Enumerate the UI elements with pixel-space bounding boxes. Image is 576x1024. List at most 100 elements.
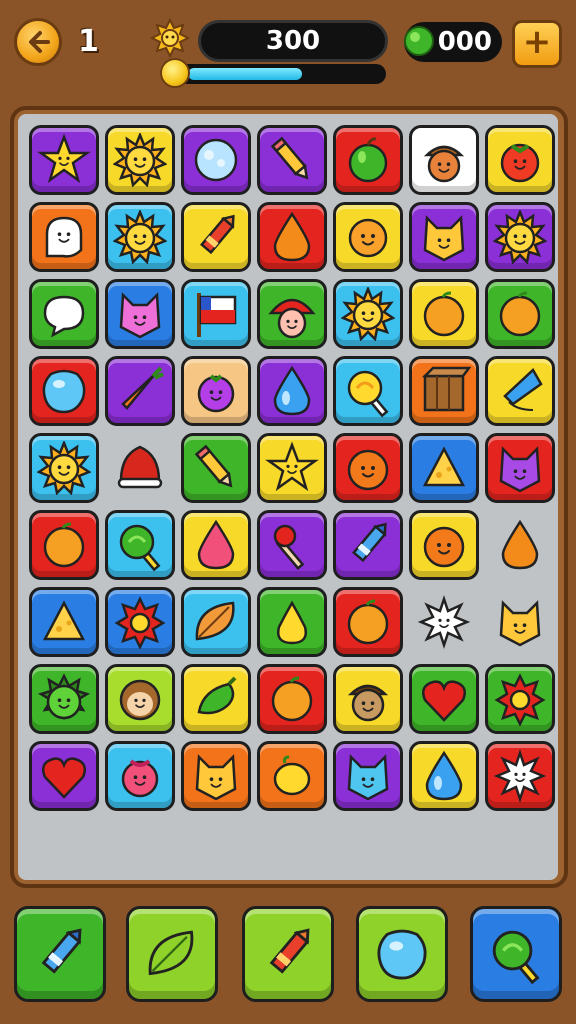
- tile-sparkle[interactable]: [485, 741, 555, 811]
- pencil-icon: [194, 444, 233, 488]
- blob-blue-icon: [42, 369, 86, 414]
- tile-cat[interactable]: [485, 587, 555, 657]
- acorn-icon: [423, 145, 465, 183]
- tile-leaf[interactable]: [181, 587, 251, 657]
- tile-cap-red[interactable]: [105, 433, 175, 503]
- tile-crayon-blue[interactable]: [333, 510, 403, 580]
- orange-icon: [423, 291, 465, 337]
- booster-button-1[interactable]: [14, 906, 106, 1002]
- tile-lollipop[interactable]: [333, 356, 403, 426]
- tile-sun[interactable]: [105, 125, 175, 195]
- tile-lollipop-green[interactable]: [105, 510, 175, 580]
- booster-button-5[interactable]: [470, 906, 562, 1002]
- tile-flower-red[interactable]: [105, 587, 175, 657]
- tile-flag[interactable]: [181, 279, 251, 349]
- tile-orange[interactable]: [333, 587, 403, 657]
- tile-drop-pink[interactable]: [181, 510, 251, 580]
- booster-button-3[interactable]: [242, 906, 334, 1002]
- sun-badge-icon: [150, 18, 190, 58]
- tile-orange-face[interactable]: [333, 433, 403, 503]
- tile-drop-blue[interactable]: [257, 356, 327, 426]
- orange-face-icon: [347, 449, 389, 491]
- tile-box[interactable]: [409, 356, 479, 426]
- tile-cat[interactable]: [409, 202, 479, 272]
- tile-star[interactable]: [257, 433, 327, 503]
- sparkle-icon: [493, 749, 547, 803]
- tile-acorn[interactable]: [409, 125, 479, 195]
- progress-star-knob: [160, 58, 190, 88]
- tile-berry-purple[interactable]: [181, 356, 251, 426]
- tile-orange[interactable]: [257, 664, 327, 734]
- top-bar: 1 300 000 +: [0, 0, 576, 100]
- tile-mushroom[interactable]: [257, 279, 327, 349]
- tile-sun[interactable]: [485, 202, 555, 272]
- sun-icon: [113, 133, 167, 187]
- sun-icon: [493, 210, 547, 264]
- tile-pencil[interactable]: [181, 433, 251, 503]
- tile-kite[interactable]: [485, 356, 555, 426]
- booster-button-2[interactable]: [126, 906, 218, 1002]
- tile-drop-orange[interactable]: [257, 202, 327, 272]
- tile-orange[interactable]: [485, 279, 555, 349]
- tile-sun-orange[interactable]: [333, 202, 403, 272]
- tile-tomato[interactable]: [485, 125, 555, 195]
- tile-orange-face[interactable]: [409, 510, 479, 580]
- pear-icon: [277, 600, 307, 645]
- tile-apple[interactable]: [333, 125, 403, 195]
- orange-icon: [43, 522, 85, 568]
- cat-blue-icon: [347, 754, 389, 801]
- apple-icon: [348, 137, 388, 183]
- tile-bubble[interactable]: [29, 279, 99, 349]
- tile-pencil[interactable]: [257, 125, 327, 195]
- tile-heart[interactable]: [29, 741, 99, 811]
- tile-cat[interactable]: [181, 741, 251, 811]
- tile-monkey[interactable]: [105, 664, 175, 734]
- booster-button-4[interactable]: [356, 906, 448, 1002]
- tile-pepper[interactable]: [181, 664, 251, 734]
- tile-cat-pink[interactable]: [105, 279, 175, 349]
- tile-sun[interactable]: [29, 433, 99, 503]
- progress-fill: [188, 68, 302, 80]
- flag-icon: [197, 293, 237, 337]
- tile-sun-green[interactable]: [29, 664, 99, 734]
- tile-crayon[interactable]: [181, 202, 251, 272]
- tile-blob-blue[interactable]: [29, 356, 99, 426]
- tile-sun[interactable]: [333, 279, 403, 349]
- tile-acorn-brown[interactable]: [333, 664, 403, 734]
- tile-cat-purple[interactable]: [485, 433, 555, 503]
- tile-sun[interactable]: [105, 202, 175, 272]
- back-button[interactable]: [14, 18, 62, 66]
- tile-sparkle[interactable]: [409, 587, 479, 657]
- flower-red-icon: [114, 596, 166, 649]
- add-coins-button[interactable]: +: [512, 20, 562, 68]
- tile-cat-blue[interactable]: [333, 741, 403, 811]
- star-icon: [265, 441, 319, 492]
- sun-green-icon: [37, 673, 91, 721]
- tile-drop-blue[interactable]: [409, 741, 479, 811]
- tile-lemon[interactable]: [257, 741, 327, 811]
- tile-ghost[interactable]: [29, 202, 99, 272]
- tile-match[interactable]: [257, 510, 327, 580]
- heart-icon: [422, 680, 466, 722]
- level-number: 1: [78, 24, 99, 59]
- tile-drop-orange[interactable]: [485, 510, 555, 580]
- tile-orange[interactable]: [29, 510, 99, 580]
- cloud-icon: [194, 138, 238, 182]
- tile-cheese[interactable]: [29, 587, 99, 657]
- tile-pear[interactable]: [257, 587, 327, 657]
- tile-star[interactable]: [29, 125, 99, 195]
- acorn-brown-icon: [347, 684, 389, 722]
- lollipop-green-icon: [492, 930, 540, 985]
- orange-icon: [271, 676, 313, 722]
- sun-icon: [37, 441, 91, 495]
- tile-cloud[interactable]: [181, 125, 251, 195]
- tile-heart[interactable]: [409, 664, 479, 734]
- tile-carrot[interactable]: [105, 356, 175, 426]
- pepper-icon: [197, 676, 237, 715]
- tile-cheese[interactable]: [409, 433, 479, 503]
- tile-flower-red[interactable]: [485, 664, 555, 734]
- tile-orange[interactable]: [409, 279, 479, 349]
- drop-orange-icon: [273, 211, 311, 262]
- tile-berry-pink[interactable]: [105, 741, 175, 811]
- orange-face-icon: [423, 526, 465, 568]
